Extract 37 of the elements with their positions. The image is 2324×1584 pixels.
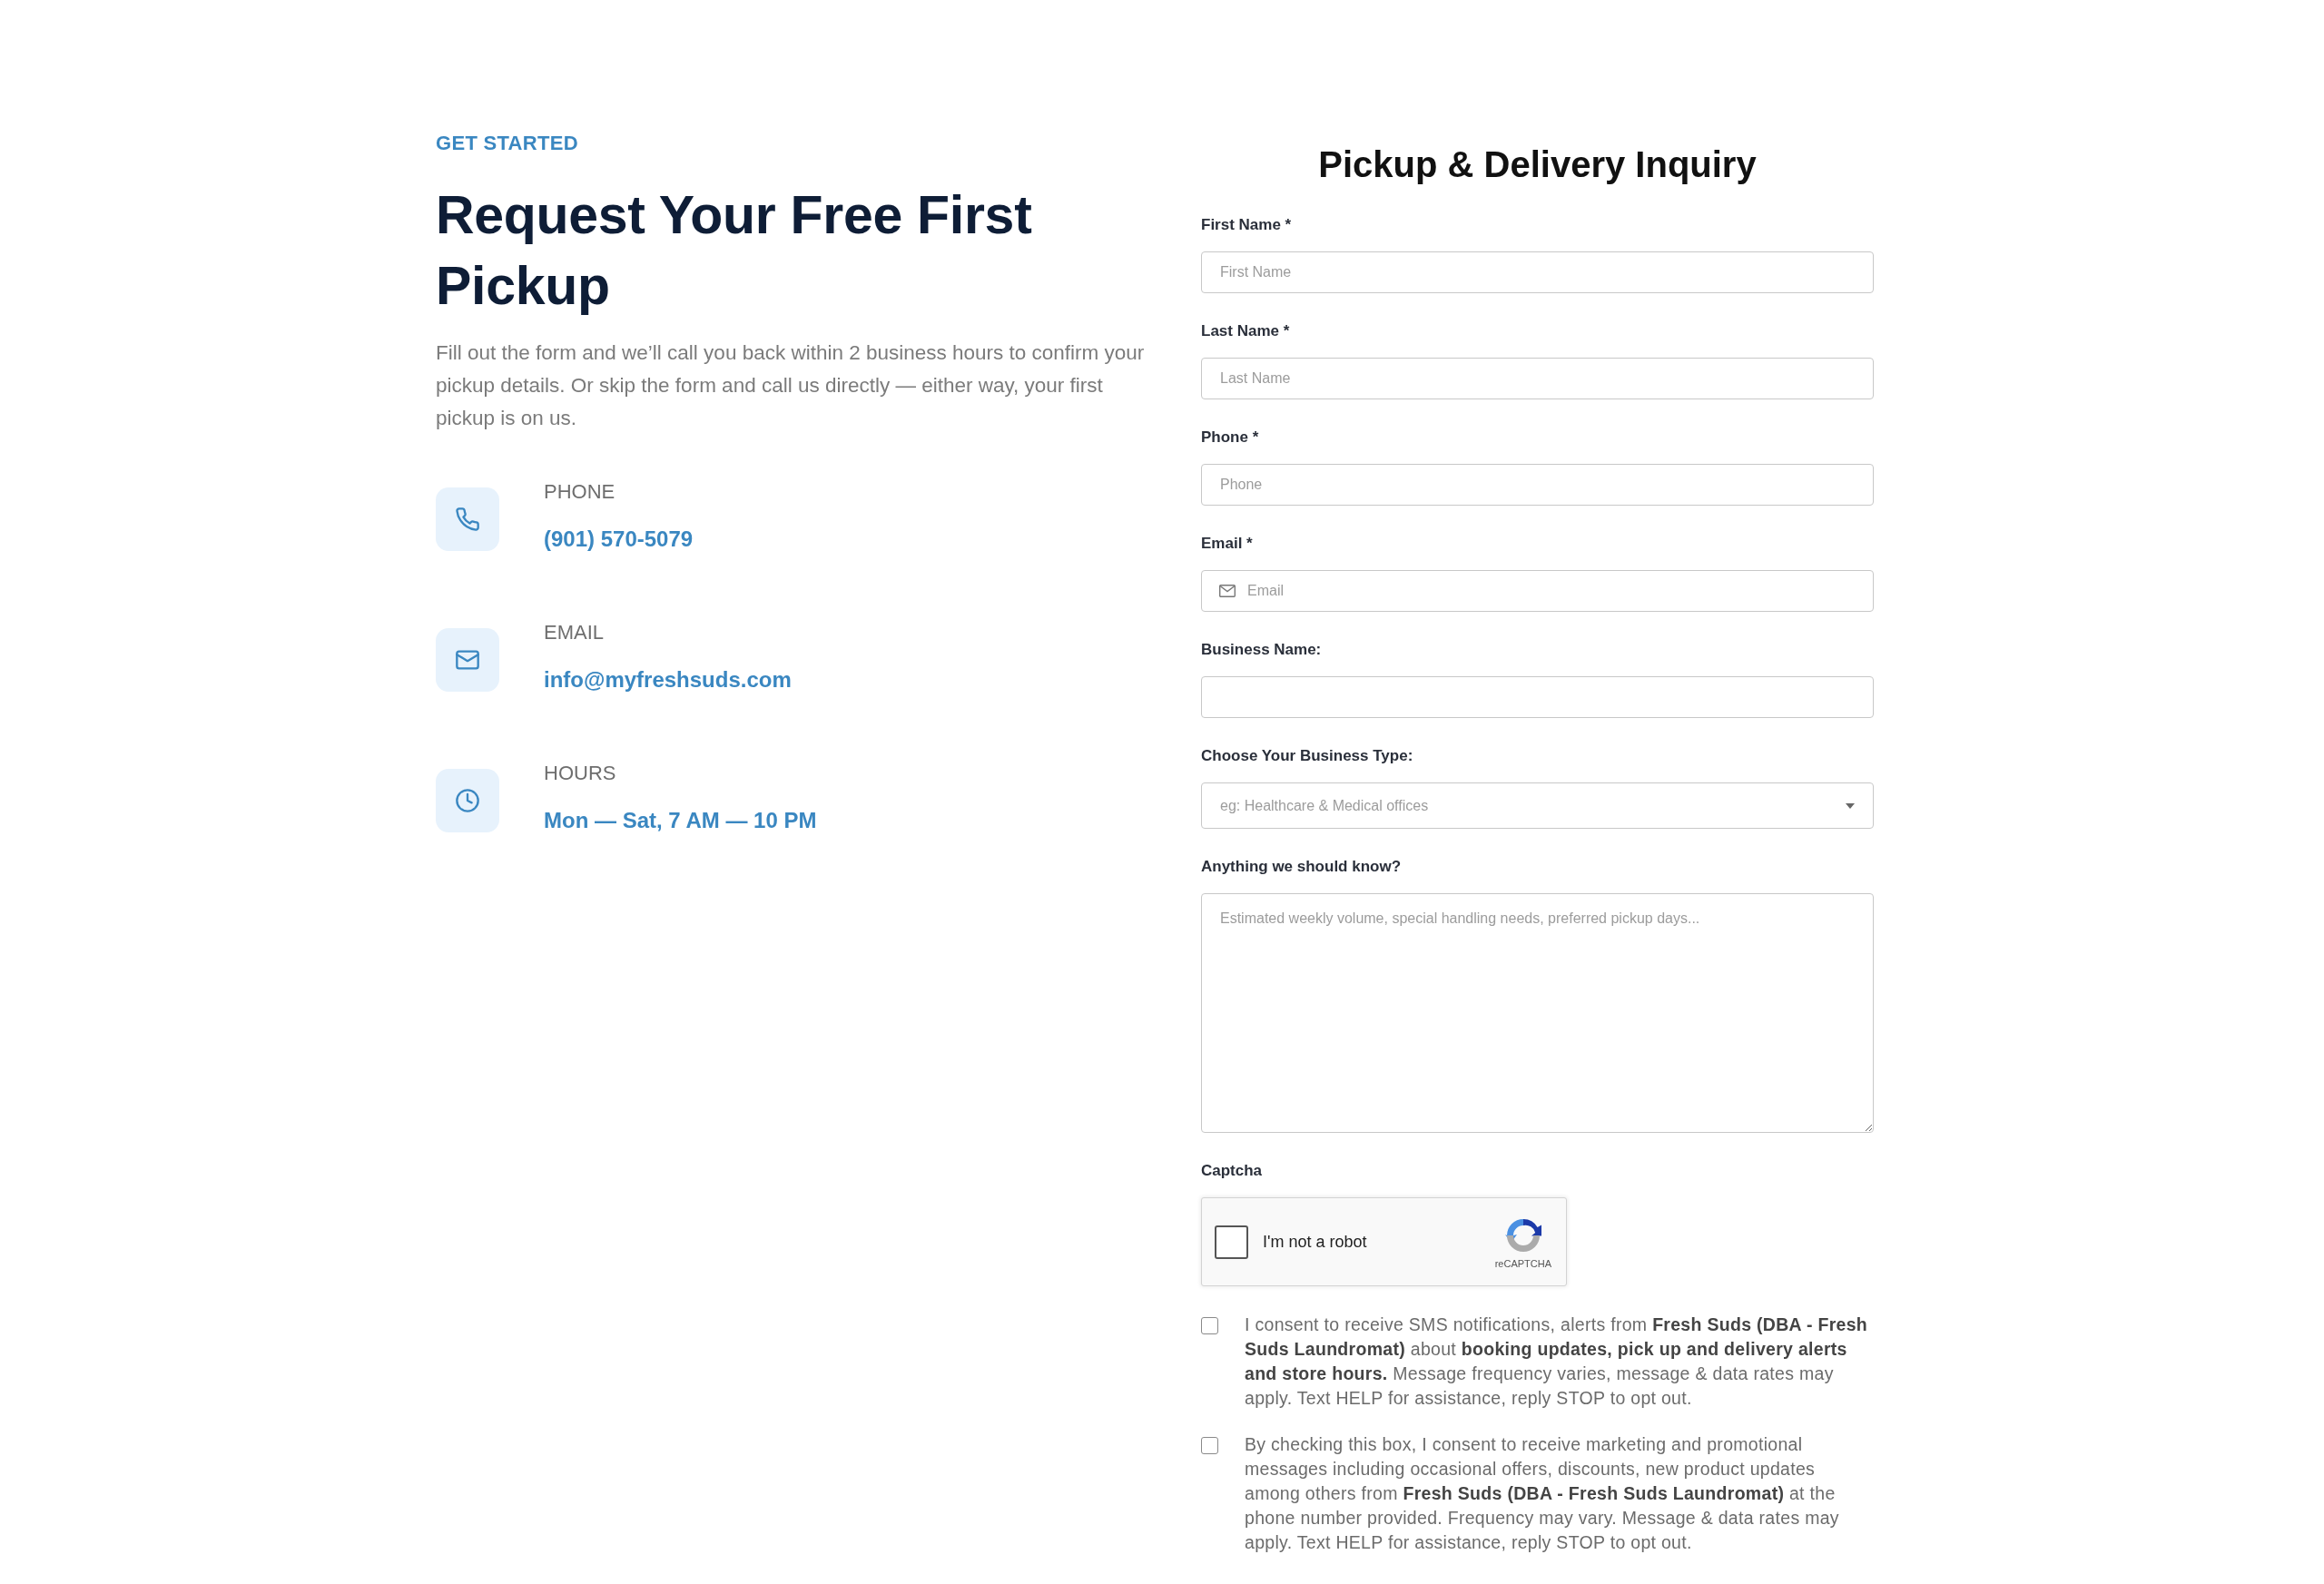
text-input[interactable]: First Name [1201, 251, 1874, 293]
text-input[interactable]: Last Name [1201, 358, 1874, 399]
field-label: Captcha [1201, 1161, 1263, 1181]
contact-label: EMAIL [544, 620, 605, 645]
captcha-label: I'm not a robot [1263, 1232, 1367, 1252]
field-label: Last Name * [1201, 321, 1290, 341]
email-input[interactable]: Email [1201, 570, 1874, 612]
message-textarea[interactable]: Estimated weekly volume, special handling needs, preferred pickup days... [1201, 893, 1874, 1133]
field-label: Phone * [1201, 428, 1259, 448]
contact-link[interactable]: Mon — Sat, 7 AM — 10 PM [544, 807, 817, 834]
field-label: Business Name: [1201, 640, 1322, 660]
text-input[interactable] [1201, 676, 1874, 718]
field-label: Anything we should know? [1201, 857, 1402, 877]
envelope-icon [1219, 585, 1236, 597]
envelope-icon [436, 628, 499, 692]
consent-checkbox[interactable] [1201, 1437, 1218, 1454]
business-type-select[interactable]: eg: Healthcare & Medical offices [1201, 782, 1874, 829]
intro-paragraph: Fill out the form and we’ll call you back within 2 business hours to confirm your pickup details. Or skip the form and call us directly — either way, your first pickup is on us. [436, 340, 1146, 431]
contact-link[interactable]: (901) 570-5079 [544, 526, 694, 553]
contact-link[interactable]: info@myfreshsuds.com [544, 666, 792, 694]
phone-icon [436, 487, 499, 551]
eyebrow-text: GET STARTED [436, 131, 579, 156]
contact-label: HOURS [544, 761, 616, 786]
consent-text: I consent to receive SMS notifications, alerts from Fresh Suds (DBA - Fresh Suds Laundromat) about booking updates, pick up and delivery alerts and store hours. Message frequency varies, message & data rates may apply. Text HELP for assistance, reply STOP to opt out. [1245, 1313, 1869, 1410]
field-label: Choose Your Business Type: [1201, 746, 1413, 766]
field-label: First Name * [1201, 215, 1292, 235]
form-title: Pickup & Delivery Inquiry [1317, 143, 1758, 186]
text-input[interactable]: Phone [1201, 464, 1874, 506]
clock-icon [436, 769, 499, 832]
consent-checkbox[interactable] [1201, 1317, 1218, 1334]
contact-label: PHONE [544, 479, 615, 505]
field-label: Email * [1201, 534, 1253, 554]
caret-down-icon [1846, 802, 1855, 809]
captcha-brand-text: reCAPTCHA [1494, 1258, 1551, 1269]
captcha-checkbox[interactable] [1215, 1225, 1248, 1259]
page-heading: Request Your Free First Pickup [436, 184, 1033, 318]
consent-text: By checking this box, I consent to receive marketing and promotional messages including occasional offers, discounts, new product updates among others from Fresh Suds (DBA - Fresh Suds Laundromat) at the phone number provided. Frequency may vary. Message & data rates may apply. Text HELP for assistance, reply STOP to opt out. [1245, 1433, 1840, 1554]
